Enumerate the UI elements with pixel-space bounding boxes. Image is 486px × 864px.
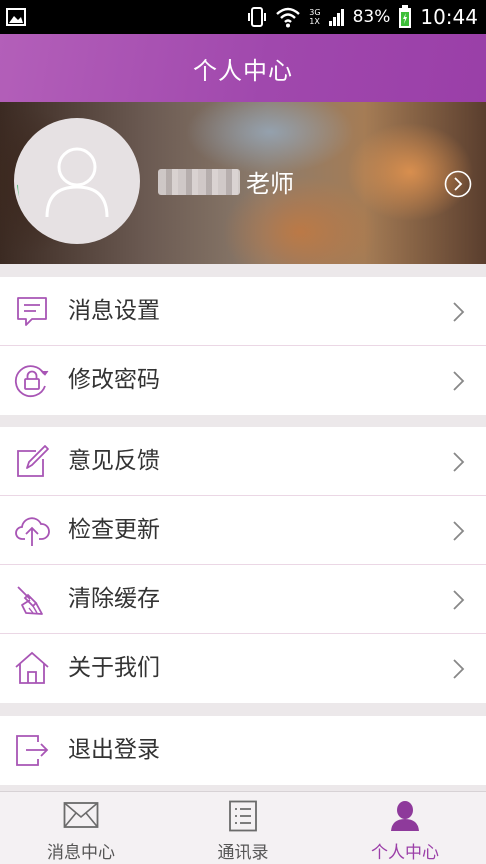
menu-group-app: 意见反馈 检查更新 清除缓存 关于我们 xyxy=(0,427,486,703)
edit-feedback-icon xyxy=(17,445,49,477)
tab-label: 个人中心 xyxy=(371,843,439,863)
menu-item-clear-cache[interactable]: 清除缓存 xyxy=(0,565,486,634)
chevron-right-icon xyxy=(453,452,465,472)
cloud-upload-icon xyxy=(15,517,50,546)
chevron-right-icon xyxy=(453,302,465,322)
battery-percent: 83% xyxy=(352,7,391,27)
avatar[interactable] xyxy=(14,118,140,244)
menu-item-label: 消息设置 xyxy=(68,298,160,324)
logout-icon xyxy=(16,735,49,766)
mail-icon xyxy=(63,802,99,828)
menu-item-check-update[interactable]: 检查更新 xyxy=(0,496,486,565)
menu-group-logout: 退出登录 xyxy=(0,716,486,785)
menu-item-label: 修改密码 xyxy=(68,367,160,393)
lock-icon xyxy=(14,365,49,398)
network-top-label: 3G xyxy=(309,8,321,17)
menu-item-label: 意见反馈 xyxy=(68,448,160,474)
tab-personal-center[interactable]: 个人中心 xyxy=(324,792,486,864)
network-indicator: 3G 1X xyxy=(309,8,320,26)
profile-name-suffix: 老师 xyxy=(246,170,294,198)
status-indicators: 3G 1X 83% 10:44 xyxy=(247,4,478,30)
gallery-notification-icon xyxy=(6,8,26,26)
bottom-tab-bar: 消息中心 通讯录 个人中心 xyxy=(0,791,486,864)
home-icon xyxy=(15,651,49,684)
menu-item-change-password[interactable]: 修改密码 xyxy=(0,346,486,415)
profile-banner[interactable]: 老师 xyxy=(0,102,486,264)
message-settings-icon xyxy=(17,297,47,326)
wifi-icon xyxy=(276,7,301,28)
chevron-right-icon xyxy=(453,659,465,679)
circle-chevron-right-icon[interactable] xyxy=(444,170,472,198)
signal-icon xyxy=(328,9,344,26)
broom-icon xyxy=(17,586,43,615)
menu-item-label: 检查更新 xyxy=(68,517,160,543)
tab-label: 消息中心 xyxy=(47,843,115,863)
clock: 10:44 xyxy=(420,5,478,29)
default-user-icon xyxy=(45,147,109,218)
chevron-right-icon xyxy=(453,371,465,391)
tab-message-center[interactable]: 消息中心 xyxy=(0,792,162,864)
chevron-right-icon xyxy=(453,521,465,541)
menu-item-label: 退出登录 xyxy=(68,737,160,763)
network-bottom-label: 1X xyxy=(309,17,320,26)
menu-item-message-settings[interactable]: 消息设置 xyxy=(0,277,486,346)
vibrate-icon xyxy=(248,7,267,27)
page-title: 个人中心 xyxy=(193,56,293,85)
profile-name: 老师 xyxy=(158,164,294,199)
menu-item-label: 清除缓存 xyxy=(68,586,160,612)
menu-item-label: 关于我们 xyxy=(68,655,160,681)
menu-item-about-us[interactable]: 关于我们 xyxy=(0,634,486,703)
menu-group-account: 消息设置 修改密码 xyxy=(0,277,486,415)
contacts-list-icon xyxy=(229,800,257,832)
app-header: 个人中心 xyxy=(0,34,486,102)
status-bar: 3G 1X 83% 10:44 xyxy=(0,0,486,34)
redacted-name xyxy=(158,168,240,195)
tab-contacts[interactable]: 通讯录 xyxy=(162,792,324,864)
tab-label: 通讯录 xyxy=(217,843,269,863)
person-icon xyxy=(391,801,419,831)
chevron-right-icon xyxy=(453,590,465,610)
battery-charging-icon xyxy=(399,5,412,28)
menu-item-logout[interactable]: 退出登录 xyxy=(0,716,486,785)
menu-item-feedback[interactable]: 意见反馈 xyxy=(0,427,486,496)
